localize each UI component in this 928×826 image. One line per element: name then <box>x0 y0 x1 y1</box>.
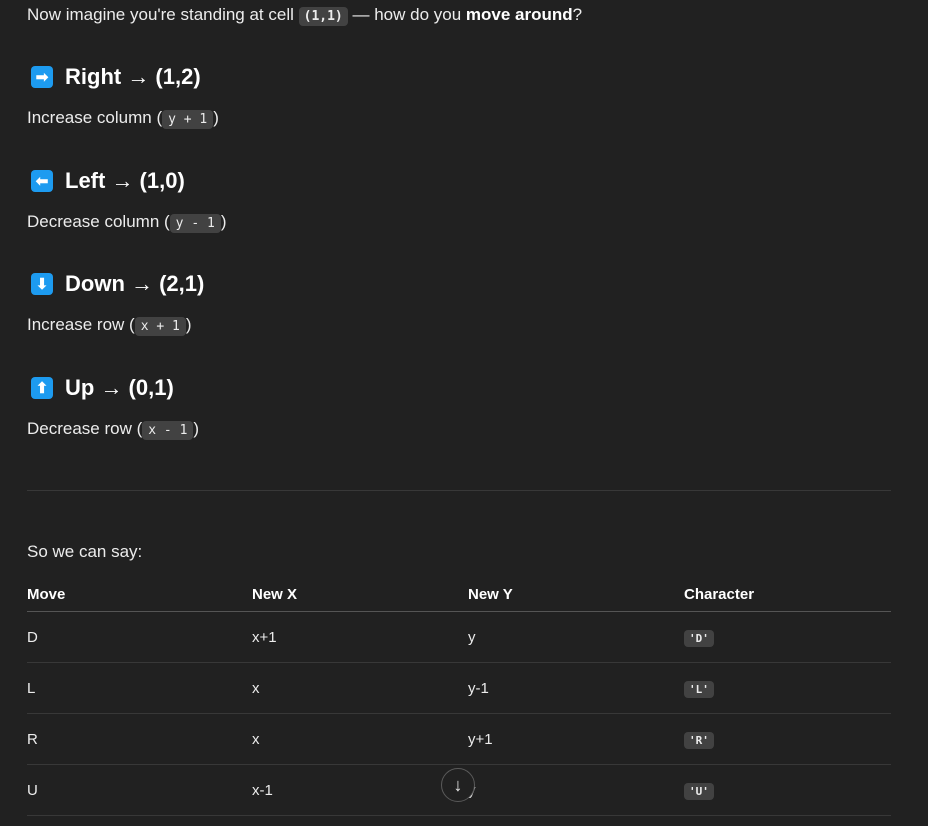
desc-code: x - 1 <box>142 421 194 440</box>
cell-new-y: y <box>468 764 684 816</box>
cell-code: (1,1) <box>298 7 348 26</box>
lead-text: So we can say: <box>27 542 143 561</box>
cell-move: U <box>27 764 252 816</box>
cell-new-y: y+1 <box>468 713 684 765</box>
char-code: 'D' <box>684 629 714 647</box>
desc-up: Decrease row (x - 1) <box>27 418 199 442</box>
table-header-row: Move New X New Y Character <box>27 577 891 612</box>
desc-before: Decrease column ( <box>27 212 170 231</box>
heading-down: ⬇ Down → (2,1) <box>31 271 204 297</box>
divider <box>27 490 891 491</box>
table-row: L x y-1 'L' <box>27 662 891 714</box>
desc-code: y + 1 <box>162 110 214 129</box>
cell-character: 'D' <box>684 611 891 663</box>
desc-before: Increase row ( <box>27 315 135 334</box>
heading-text: Left → (1,0) <box>65 168 185 193</box>
char-code: 'R' <box>684 731 714 749</box>
cell-new-x: x+1 <box>252 611 468 663</box>
desc-code: y - 1 <box>169 214 221 233</box>
intro-after: ? <box>572 5 583 24</box>
desc-after: ) <box>185 315 192 334</box>
arrow-down-icon: ⬇ <box>31 273 53 295</box>
intro-before: Now imagine you're standing at cell <box>27 5 299 24</box>
table-row: D x+1 y 'D' <box>27 611 891 663</box>
cell-move: L <box>27 662 252 714</box>
heading-text: Right → (1,2) <box>65 64 201 89</box>
arrow-left-icon: ⬅ <box>31 170 53 192</box>
header-character: Character <box>684 577 891 612</box>
desc-down: Increase row (x + 1) <box>27 314 192 338</box>
cell-character: 'R' <box>684 713 891 765</box>
desc-after: ) <box>213 108 219 127</box>
header-move: Move <box>27 577 252 612</box>
cell-move: D <box>27 611 252 663</box>
heading-left: ⬅ Left → (1,0) <box>31 168 185 194</box>
scroll-down-button[interactable]: ↓ <box>441 768 475 802</box>
char-code: 'L' <box>684 680 714 698</box>
arrow-down-icon: ↓ <box>453 774 463 795</box>
desc-left: Decrease column (y - 1) <box>27 211 226 235</box>
cell-character: 'U' <box>684 764 891 816</box>
cell-new-x: x <box>252 662 468 714</box>
heading-text: Up → (0,1) <box>65 375 174 400</box>
arrow-right-icon: ➡ <box>31 66 53 88</box>
heading-right: ➡ Right → (1,2) <box>31 64 201 90</box>
intro-text: Now imagine you're standing at cell (1,1… <box>27 4 582 28</box>
intro-bold: move around <box>465 5 573 24</box>
desc-before: Increase column ( <box>27 108 163 127</box>
desc-right: Increase column (y + 1) <box>27 107 219 131</box>
heading-up: ⬆ Up → (0,1) <box>31 375 174 401</box>
desc-before: Decrease row ( <box>27 419 143 438</box>
char-code: 'U' <box>684 782 714 800</box>
cell-new-y: y-1 <box>468 662 684 714</box>
cell-character: 'L' <box>684 662 891 714</box>
cell-new-x: x-1 <box>252 764 468 816</box>
intro-middle: — how do you <box>347 5 466 24</box>
header-new-x: New X <box>252 577 468 612</box>
desc-after: ) <box>193 419 200 438</box>
cell-new-x: x <box>252 713 468 765</box>
desc-after: ) <box>220 212 227 231</box>
header-new-y: New Y <box>468 577 684 612</box>
table-row: R x y+1 'R' <box>27 713 891 765</box>
heading-text: Down → (2,1) <box>65 271 205 296</box>
cell-move: R <box>27 713 252 765</box>
desc-code: x + 1 <box>134 317 186 336</box>
cell-new-y: y <box>468 611 684 663</box>
arrow-up-icon: ⬆ <box>31 377 53 399</box>
